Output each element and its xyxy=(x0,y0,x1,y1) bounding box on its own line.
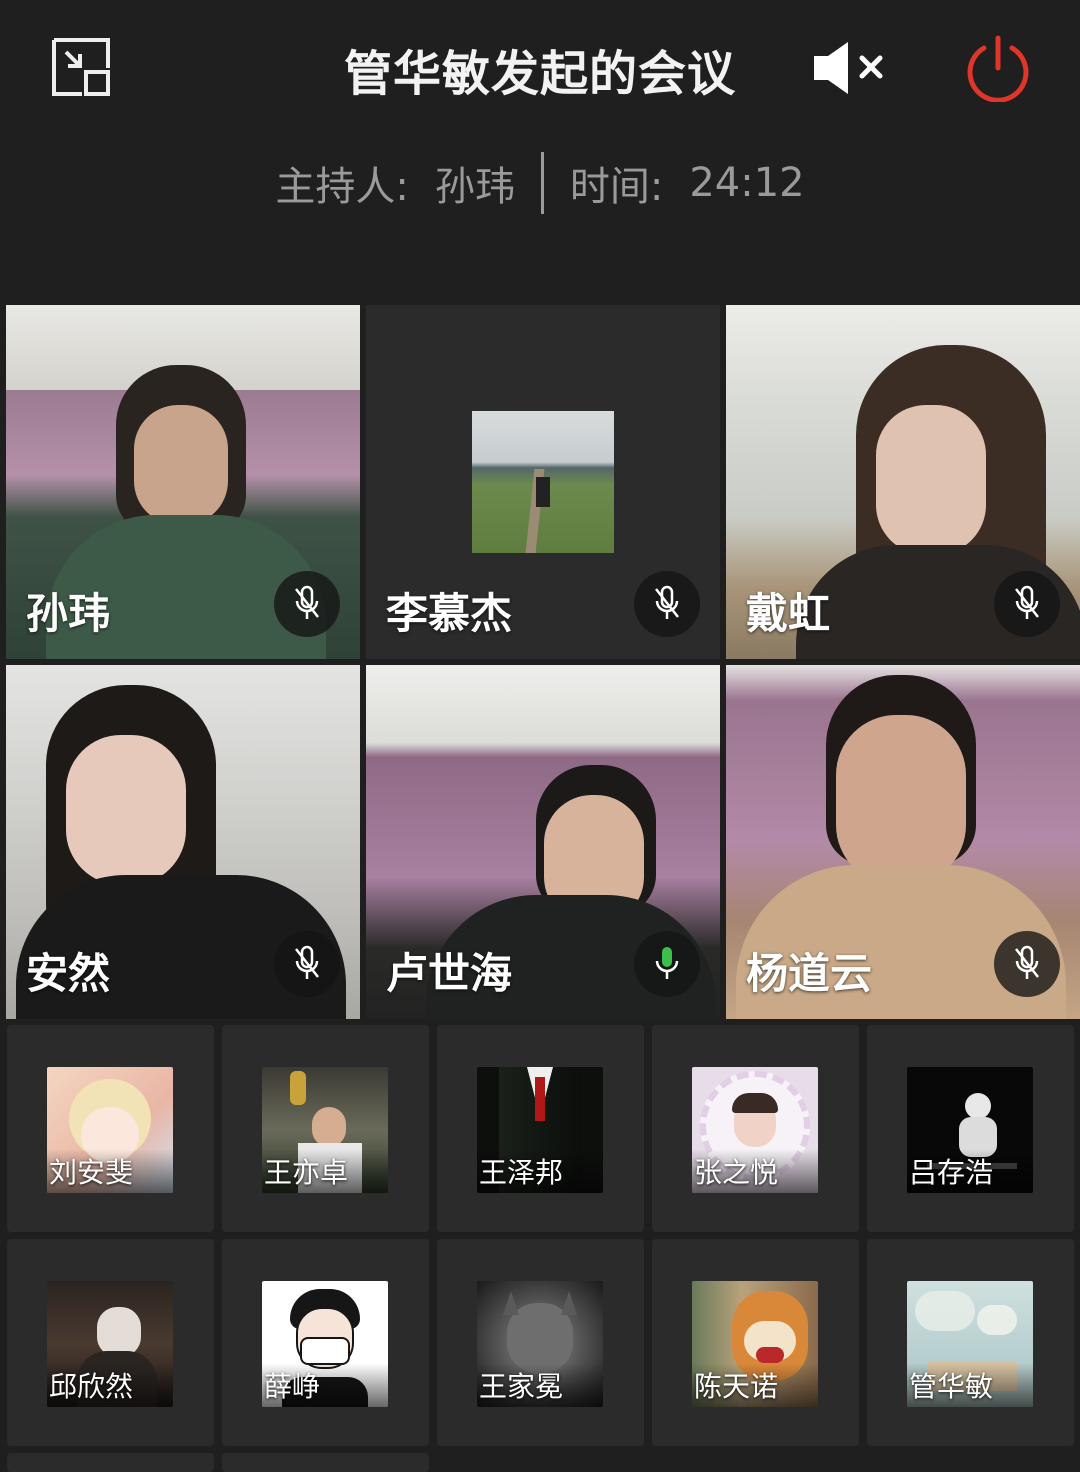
video-tile[interactable]: 戴虹 xyxy=(726,305,1080,659)
participant-avatar: 陈天诺 xyxy=(692,1281,818,1407)
participant-tile[interactable]: 管华敏 xyxy=(867,1239,1074,1446)
host-label: 主持人: xyxy=(275,164,409,210)
mic-on-icon[interactable] xyxy=(634,931,700,997)
participant-name: 李慕杰 xyxy=(386,589,513,638)
participant-name: 陈天诺 xyxy=(694,1370,779,1403)
participant-name: 薛峥 xyxy=(264,1370,321,1403)
meeting-title: 管华敏发起的会议 xyxy=(343,46,736,102)
video-tile[interactable]: 杨道云 xyxy=(726,665,1080,1019)
participant-name: 戴虹 xyxy=(746,589,831,638)
participant-avatar: 吕存浩 xyxy=(907,1067,1033,1193)
mic-off-icon[interactable] xyxy=(994,571,1060,637)
speaker-muted-icon[interactable] xyxy=(810,38,890,98)
participant-avatar: 张之悦 xyxy=(692,1067,818,1193)
participant-avatar: 管华敏 xyxy=(907,1281,1033,1407)
participant-name: 杨道云 xyxy=(746,949,873,998)
participant-name: 王亦卓 xyxy=(264,1156,349,1189)
participant-avatar: 王亦卓 xyxy=(262,1067,388,1193)
participant-avatar: 王泽邦 xyxy=(477,1067,603,1193)
participant-avatar: 刘安斐 xyxy=(47,1067,173,1193)
participant-tile[interactable]: 薛峥 xyxy=(222,1239,429,1446)
participant-name: 刘安斐 xyxy=(49,1156,134,1189)
host-name: 孙玮 xyxy=(434,164,515,210)
participant-name: 邱欣然 xyxy=(49,1370,134,1403)
participant-name: 管华敏 xyxy=(909,1370,994,1403)
participant-name: 安然 xyxy=(26,949,111,998)
participant-tile[interactable] xyxy=(7,1453,214,1472)
video-tile[interactable]: 卢世海 xyxy=(366,665,720,1019)
participant-tile[interactable]: 张之悦 xyxy=(652,1025,859,1232)
participant-tile[interactable] xyxy=(222,1453,429,1472)
mic-off-icon[interactable] xyxy=(274,571,340,637)
participant-name: 张之悦 xyxy=(694,1156,779,1189)
participant-tile[interactable]: 刘安斐 xyxy=(7,1025,214,1232)
participant-avatar: 王家冕 xyxy=(477,1281,603,1407)
participant-name: 王家冕 xyxy=(479,1370,564,1403)
participant-tile[interactable]: 吕存浩 xyxy=(867,1025,1074,1232)
participant-tile[interactable]: 王泽邦 xyxy=(437,1025,644,1232)
participant-tile[interactable]: 邱欣然 xyxy=(7,1239,214,1446)
video-tile[interactable]: 孙玮 xyxy=(6,305,360,659)
info-divider xyxy=(540,152,544,214)
participant-tile[interactable]: 陈天诺 xyxy=(652,1239,859,1446)
participant-avatar: 邱欣然 xyxy=(47,1281,173,1407)
power-icon[interactable] xyxy=(964,34,1032,103)
participant-name: 卢世海 xyxy=(386,949,513,998)
participant-avatar: 薛峥 xyxy=(262,1281,388,1407)
participant-name: 吕存浩 xyxy=(909,1156,994,1189)
participant-name: 孙玮 xyxy=(26,589,111,638)
meeting-info: 主持人: 孙玮 时间: 24:12 xyxy=(0,150,1080,216)
video-tile[interactable]: 李慕杰 xyxy=(366,305,720,659)
participant-tile[interactable]: 王家冕 xyxy=(437,1239,644,1446)
participant-avatar xyxy=(472,411,614,553)
participant-tile[interactable]: 王亦卓 xyxy=(222,1025,429,1232)
video-tile[interactable]: 安然 xyxy=(6,665,360,1019)
mic-off-icon[interactable] xyxy=(994,931,1060,997)
participant-name: 王泽邦 xyxy=(479,1156,564,1189)
meeting-header: 管华敏发起的会议 主持人: 孙玮 时间: 24:12 xyxy=(0,0,1080,300)
meeting-timer: 24:12 xyxy=(689,160,805,206)
mic-off-icon[interactable] xyxy=(634,571,700,637)
time-label: 时间: xyxy=(569,164,664,210)
mic-off-icon[interactable] xyxy=(274,931,340,997)
